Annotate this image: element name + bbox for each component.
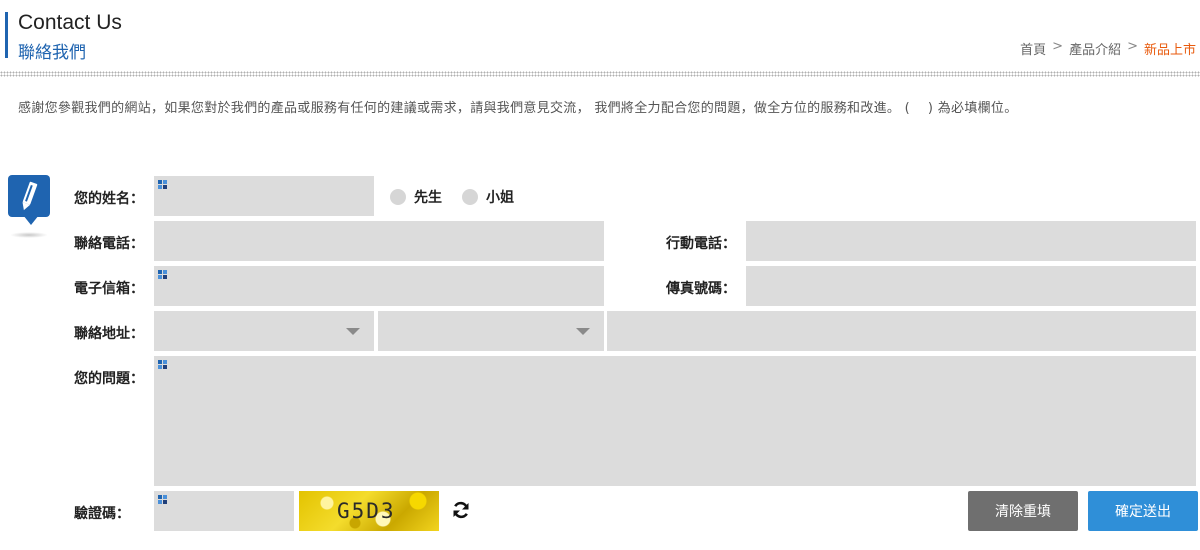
required-mark-icon bbox=[158, 270, 167, 279]
captcha-text: G5D3 bbox=[337, 499, 396, 523]
captcha-input[interactable] bbox=[154, 491, 294, 531]
required-mark-icon bbox=[158, 180, 167, 189]
page-title-zh: 聯絡我們 bbox=[18, 43, 86, 63]
gender-ms-label: 小姐 bbox=[486, 190, 514, 206]
clear-button[interactable]: 清除重填 bbox=[968, 491, 1078, 531]
dropdown-caret-icon[interactable] bbox=[576, 328, 590, 335]
address-label: 聯絡地址： bbox=[74, 326, 144, 342]
dotted-divider bbox=[0, 71, 1200, 77]
city-select[interactable] bbox=[154, 311, 374, 351]
breadcrumb-separator: > bbox=[1052, 39, 1064, 54]
required-mark-icon bbox=[158, 495, 167, 504]
required-mark-icon bbox=[914, 104, 923, 113]
name-input[interactable] bbox=[154, 176, 374, 216]
question-label: 您的問題： bbox=[74, 371, 144, 387]
gender-ms-radio[interactable]: 小姐 bbox=[462, 187, 514, 207]
radio-dot[interactable] bbox=[462, 189, 478, 205]
refresh-icon[interactable] bbox=[451, 500, 471, 520]
district-select[interactable] bbox=[378, 311, 604, 351]
name-label: 您的姓名： bbox=[74, 191, 144, 207]
fax-input[interactable] bbox=[746, 266, 1196, 306]
required-mark-icon bbox=[158, 360, 167, 369]
radio-dot[interactable] bbox=[390, 189, 406, 205]
mobile-label: 行動電話： bbox=[666, 236, 736, 252]
intro-text: 感謝您參觀我們的網站，如果您對於我們的產品或服務有任何的建議或需求，請與我們意見… bbox=[18, 97, 1018, 116]
email-label: 電子信箱： bbox=[74, 281, 144, 297]
page-header: Contact Us 聯絡我們 首頁 > 產品介紹 > 新品上市 bbox=[0, 0, 1200, 70]
title-accent-bar bbox=[5, 12, 8, 58]
email-input[interactable] bbox=[154, 266, 604, 306]
breadcrumb-products[interactable]: 產品介紹 bbox=[1069, 39, 1121, 58]
captcha-image: G5D3 bbox=[299, 491, 439, 531]
phone-input[interactable] bbox=[154, 221, 604, 261]
dropdown-caret-icon[interactable] bbox=[346, 328, 360, 335]
mobile-input[interactable] bbox=[746, 221, 1196, 261]
address-input[interactable] bbox=[607, 311, 1196, 351]
breadcrumb-separator: > bbox=[1127, 39, 1138, 54]
gender-mr-radio[interactable]: 先生 bbox=[390, 187, 442, 207]
breadcrumb: 首頁 > 產品介紹 > 新品上市 bbox=[1020, 39, 1196, 58]
fax-label: 傳真號碼： bbox=[666, 281, 736, 297]
pencil-icon bbox=[8, 175, 50, 217]
question-textarea[interactable] bbox=[154, 356, 1196, 486]
pencil-icon-shadow bbox=[10, 232, 48, 238]
breadcrumb-current[interactable]: 新品上市 bbox=[1144, 39, 1196, 58]
breadcrumb-home[interactable]: 首頁 bbox=[1020, 39, 1046, 58]
page-title-en: Contact Us bbox=[18, 11, 122, 34]
phone-label: 聯絡電話： bbox=[74, 236, 144, 252]
gender-mr-label: 先生 bbox=[414, 190, 442, 206]
intro-suffix: ) 為必填欄位。 bbox=[927, 101, 1018, 116]
captcha-label: 驗證碼： bbox=[74, 506, 130, 522]
submit-button[interactable]: 確定送出 bbox=[1088, 491, 1198, 531]
intro-main: 感謝您參觀我們的網站，如果您對於我們的產品或服務有任何的建議或需求，請與我們意見… bbox=[18, 101, 911, 116]
